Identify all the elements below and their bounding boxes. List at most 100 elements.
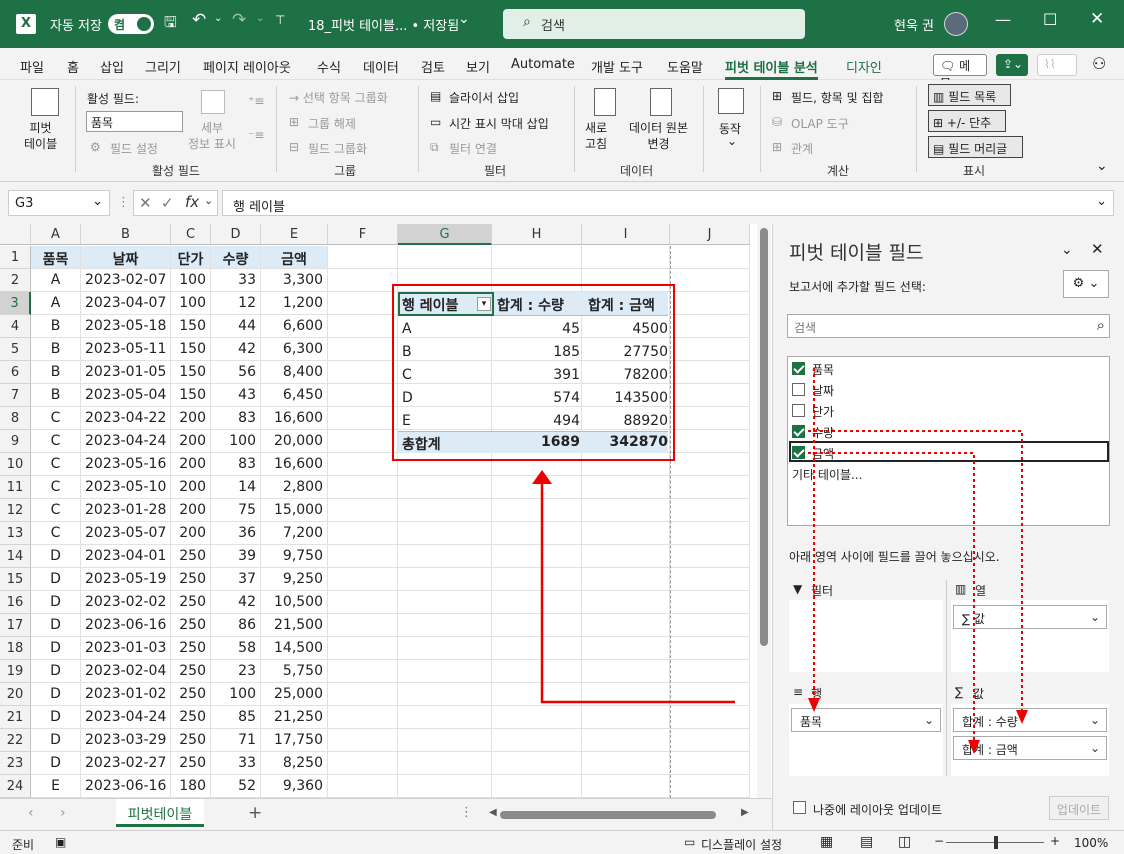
customize-qat-icon[interactable]: ⊤ — [275, 13, 285, 27]
table-cell[interactable]: 2023-01-03 — [81, 637, 171, 660]
tab-design[interactable]: 디자인 — [846, 57, 882, 76]
empty-cell[interactable] — [328, 591, 398, 614]
panel-options-icon[interactable]: ⌄ — [1061, 242, 1073, 258]
pivot-row-amount[interactable]: 78200 — [604, 367, 668, 383]
table-cell[interactable]: 9,250 — [261, 568, 328, 591]
empty-cell[interactable] — [492, 775, 582, 798]
row-header[interactable]: 14 — [0, 545, 31, 568]
collapse-ribbon-icon[interactable]: ⌄ — [1096, 158, 1108, 174]
table-cell[interactable]: 250 — [171, 752, 211, 775]
insert-slicer-button[interactable]: 슬라이서 삽입 — [449, 89, 519, 106]
undo-dropdown-icon[interactable]: ⌄ — [214, 13, 222, 24]
table-cell[interactable]: 200 — [171, 453, 211, 476]
table-cell[interactable]: 2023-02-04 — [81, 660, 171, 683]
empty-cell[interactable] — [328, 545, 398, 568]
row-header[interactable]: 21 — [0, 706, 31, 729]
empty-cell[interactable] — [328, 338, 398, 361]
user-name[interactable]: 현욱 권 — [894, 15, 934, 34]
table-cell[interactable]: 100 — [211, 683, 261, 706]
table-cell[interactable]: 2023-04-24 — [81, 430, 171, 453]
table-cell[interactable]: D — [31, 660, 81, 683]
table-cell[interactable]: 75 — [211, 499, 261, 522]
empty-cell[interactable] — [582, 752, 670, 775]
table-cell[interactable]: 6,300 — [261, 338, 328, 361]
empty-cell[interactable] — [398, 637, 492, 660]
formula-input[interactable]: 행 레이블 ⌄ — [222, 190, 1114, 216]
table-cell[interactable]: 150 — [171, 361, 211, 384]
empty-cell[interactable] — [328, 361, 398, 384]
empty-cell[interactable] — [328, 384, 398, 407]
empty-cell[interactable] — [398, 476, 492, 499]
empty-cell[interactable] — [398, 522, 492, 545]
table-cell[interactable]: 9,360 — [261, 775, 328, 798]
table-cell[interactable]: 2023-06-16 — [81, 614, 171, 637]
empty-cell[interactable] — [328, 614, 398, 637]
empty-cell[interactable] — [328, 430, 398, 453]
field-list-button[interactable]: ▥ 필드 목록 — [928, 84, 1011, 106]
table-cell[interactable]: 2023-04-01 — [81, 545, 171, 568]
table-cell[interactable]: B — [31, 315, 81, 338]
insert-timeline-button[interactable]: 시간 표시 막대 삽입 — [449, 115, 549, 132]
table-cell[interactable]: 23 — [211, 660, 261, 683]
table-cell[interactable]: D — [31, 614, 81, 637]
pivot-row-qty[interactable]: 494 — [534, 413, 580, 429]
row-header[interactable]: 12 — [0, 499, 31, 522]
empty-cell[interactable] — [398, 729, 492, 752]
table-cell[interactable]: B — [31, 338, 81, 361]
table-cell[interactable]: 250 — [171, 545, 211, 568]
column-header-i[interactable]: I — [582, 224, 670, 245]
tab-home[interactable]: 홈 — [67, 57, 79, 76]
autosave-toggle[interactable]: 켬 — [108, 14, 154, 34]
empty-cell[interactable] — [328, 315, 398, 338]
normal-view-icon[interactable]: ▦ — [820, 834, 833, 850]
table-cell[interactable]: C — [31, 476, 81, 499]
table-cell[interactable]: 37 — [211, 568, 261, 591]
table-cell[interactable]: 16,600 — [261, 407, 328, 430]
zoom-out-icon[interactable]: − — [934, 834, 944, 848]
table-cell[interactable]: 2023-06-16 — [81, 775, 171, 798]
empty-cell[interactable] — [670, 430, 750, 453]
table-cell[interactable]: B — [31, 361, 81, 384]
empty-cell[interactable] — [670, 246, 750, 269]
table-cell[interactable]: 86 — [211, 614, 261, 637]
table-cell[interactable]: 150 — [171, 384, 211, 407]
table-cell[interactable]: 150 — [171, 338, 211, 361]
table-cell[interactable]: 15,000 — [261, 499, 328, 522]
row-header[interactable]: 18 — [0, 637, 31, 660]
empty-cell[interactable] — [398, 499, 492, 522]
row-header[interactable]: 23 — [0, 752, 31, 775]
row-header[interactable]: 2 — [0, 269, 31, 292]
table-cell[interactable]: 200 — [171, 499, 211, 522]
pivot-row-amount[interactable]: 4500 — [604, 321, 668, 337]
table-cell[interactable]: 2023-05-19 — [81, 568, 171, 591]
table-cell[interactable]: 42 — [211, 338, 261, 361]
empty-cell[interactable] — [398, 683, 492, 706]
row-header[interactable]: 19 — [0, 660, 31, 683]
table-cell[interactable]: 150 — [171, 315, 211, 338]
table-cell[interactable]: 200 — [171, 407, 211, 430]
insert-function-icon[interactable]: fx — [185, 193, 199, 211]
empty-cell[interactable] — [398, 614, 492, 637]
table-cell[interactable]: 250 — [171, 568, 211, 591]
scroll-right-icon[interactable]: ▶ — [741, 807, 749, 818]
page-layout-view-icon[interactable]: ▤ — [860, 834, 873, 850]
table-cell[interactable]: 14 — [211, 476, 261, 499]
table-cell[interactable]: 83 — [211, 453, 261, 476]
row-header[interactable]: 3 — [0, 292, 31, 315]
actions-dropdown-icon[interactable]: ⌄ — [727, 134, 737, 148]
scroll-left-icon[interactable]: ◀ — [489, 807, 497, 818]
empty-cell[interactable] — [328, 637, 398, 660]
table-cell[interactable]: 16,600 — [261, 453, 328, 476]
table-cell[interactable]: 2023-02-02 — [81, 591, 171, 614]
empty-cell[interactable] — [328, 775, 398, 798]
table-cell[interactable]: A — [31, 269, 81, 292]
pivot-row-qty[interactable]: 185 — [534, 344, 580, 360]
empty-cell[interactable] — [582, 775, 670, 798]
table-cell[interactable]: 8,400 — [261, 361, 328, 384]
zoom-in-icon[interactable]: + — [1050, 834, 1060, 848]
row-header[interactable]: 24 — [0, 775, 31, 798]
table-cell[interactable]: 33 — [211, 269, 261, 292]
row-header[interactable]: 13 — [0, 522, 31, 545]
pivot-row-label[interactable]: C — [402, 367, 412, 383]
table-cell[interactable]: C — [31, 430, 81, 453]
